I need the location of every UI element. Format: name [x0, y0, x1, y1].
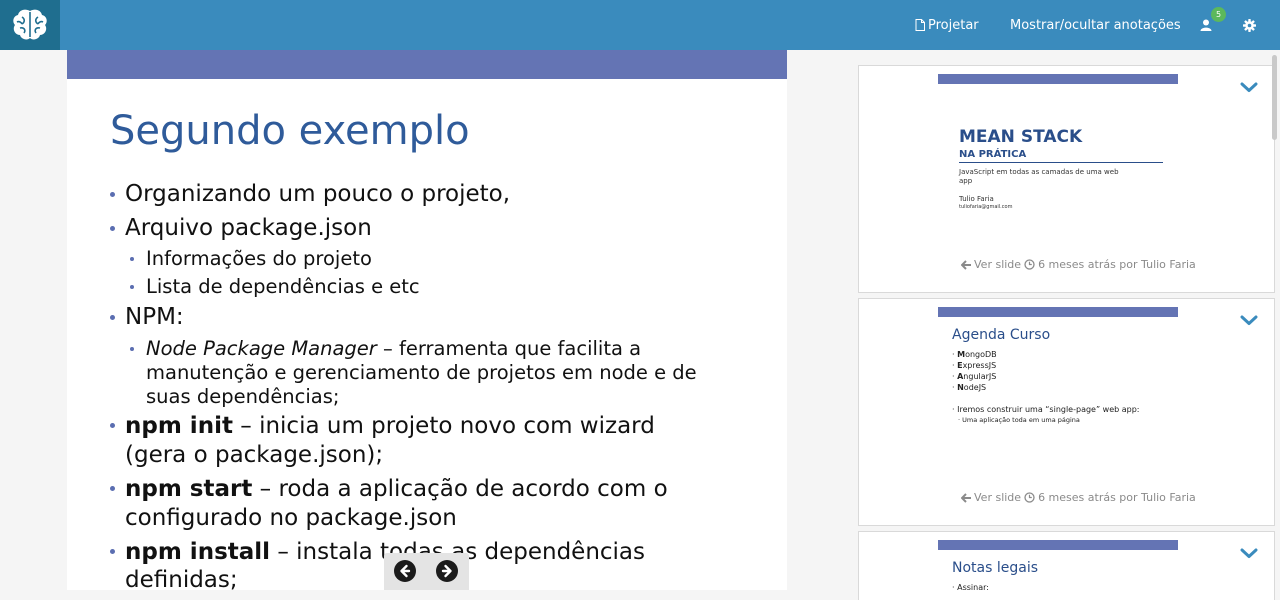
slide-thumbnail[interactable]: Agenda Curso · MongoDB · ExpressJS · Ang…	[938, 307, 1178, 487]
sidebar-scrollbar[interactable]	[1272, 55, 1277, 140]
toggle-annotations-label: Mostrar/ocultar anotações	[1010, 17, 1181, 33]
top-navbar: Projetar Mostrar/ocultar anotações 5	[0, 0, 1280, 50]
arrow-left-icon	[961, 492, 972, 503]
chevron-down-icon[interactable]	[1240, 544, 1258, 558]
thumb-item: · NodeJS	[952, 383, 987, 392]
thumb-title: Notas legais	[952, 560, 1039, 576]
clock-icon	[1024, 259, 1035, 270]
slide-thumbnail[interactable]: Notas legais · Assinar:	[938, 540, 1178, 600]
thumb-item: · MongoDB	[952, 350, 997, 359]
slide-meta: Ver slide 6 meses atrás por Tulio Faria	[961, 258, 1196, 271]
clock-icon	[1024, 492, 1035, 503]
slide-card[interactable]: Notas legais · Assinar:	[858, 531, 1275, 600]
slide-navigation	[384, 553, 469, 590]
slide-card[interactable]: Agenda Curso · MongoDB · ExpressJS · Ang…	[858, 298, 1275, 526]
thumb-title: Agenda Curso	[952, 327, 1051, 343]
thumb-description: JavaScript em todas as camadas de uma we…	[959, 168, 1119, 185]
main-slide: Segundo exemplo Organizando um pouco o p…	[67, 50, 787, 590]
slide-timestamp: 6 meses atrás por Tulio Faria	[1038, 258, 1196, 271]
thumb-item: · ExpressJS	[952, 361, 997, 370]
user-icon	[1200, 19, 1212, 31]
user-menu-button[interactable]	[1198, 0, 1214, 50]
arrow-left-icon	[961, 259, 972, 270]
next-slide-icon[interactable]	[436, 560, 458, 582]
thumb-item: · Iremos construir uma “single-page” web…	[952, 405, 1140, 414]
settings-button[interactable]	[1241, 0, 1257, 50]
projetar-label: Projetar	[928, 17, 979, 33]
thumb-title: MEAN STACK	[959, 127, 1083, 147]
projetar-button[interactable]: Projetar	[915, 0, 979, 50]
brain-logo-icon[interactable]	[0, 0, 60, 50]
thumb-item: · AngularJS	[952, 372, 997, 381]
view-slide-link[interactable]: Ver slide	[974, 491, 1021, 504]
slide-thumbnail[interactable]: MEAN STACK NA PRÁTICA JavaScript em toda…	[938, 74, 1178, 254]
view-slide-link[interactable]: Ver slide	[974, 258, 1021, 271]
slide-meta: Ver slide 6 meses atrás por Tulio Faria	[961, 491, 1196, 504]
chevron-down-icon[interactable]	[1240, 78, 1258, 92]
thumb-email: tuliofaria@gmail.com	[959, 204, 1013, 210]
prev-slide-icon[interactable]	[394, 560, 416, 582]
slide-title: Segundo exemplo	[110, 108, 470, 154]
notification-badge: 5	[1211, 7, 1226, 22]
file-icon	[915, 19, 925, 31]
chevron-down-icon[interactable]	[1240, 311, 1258, 325]
thumb-item: · Assinar:	[952, 583, 989, 592]
slide-card[interactable]: MEAN STACK NA PRÁTICA JavaScript em toda…	[858, 65, 1275, 293]
toggle-annotations-button[interactable]: Mostrar/ocultar anotações	[1010, 0, 1181, 50]
gear-icon	[1242, 18, 1256, 32]
thumb-subitem: · Uma aplicação toda em uma página	[958, 416, 1080, 424]
thumb-subtitle: NA PRÁTICA	[959, 149, 1027, 160]
slide-timestamp: 6 meses atrás por Tulio Faria	[1038, 491, 1196, 504]
slide-header-band	[67, 50, 787, 79]
thumb-author: Tulio Faria	[959, 195, 994, 203]
